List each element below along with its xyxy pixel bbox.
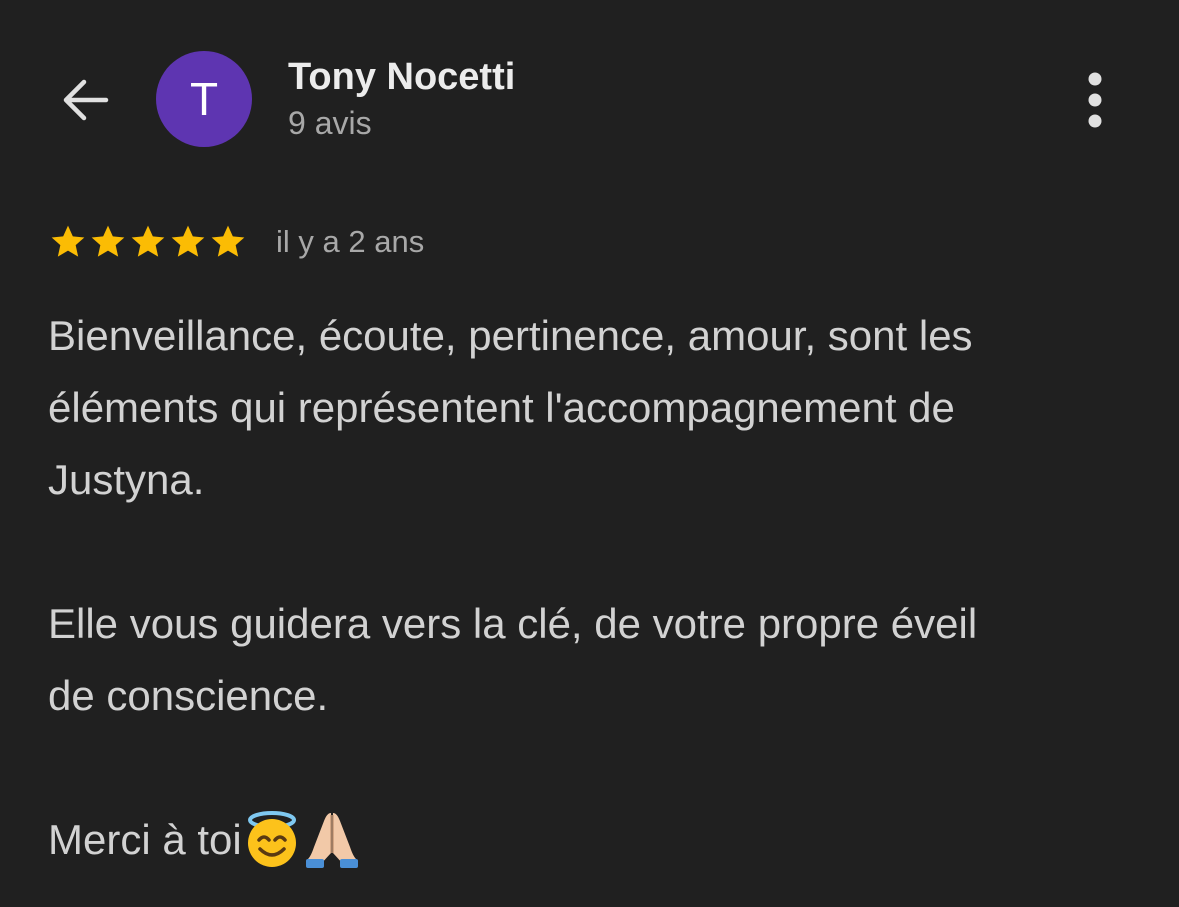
avatar[interactable]: T [156,51,252,147]
more-options-button[interactable] [1074,70,1116,130]
star-icon [211,225,245,257]
review-count[interactable]: 9 avis [288,104,372,142]
folded-hands-emoji [302,809,362,869]
review-paragraph: Elle vous guidera vers la clé, de votre … [48,600,978,719]
review-paragraph-closing: Merci à toi [48,804,1148,876]
reviewer-name[interactable]: Tony Nocetti [288,55,515,99]
star-icon [91,225,125,257]
smiling-face-with-halo-emoji [242,809,302,869]
more-vertical-icon [1088,72,1102,128]
back-button[interactable] [56,72,112,128]
star-icon [51,225,85,257]
review-detail-screen: T Tony Nocetti 9 avis il y a 2 ans Bienv… [0,0,1179,907]
star-icon [131,225,165,257]
review-paragraph: Bienveillance, écoute, pertinence, amour… [48,312,973,503]
rating-row: il y a 2 ans [48,220,424,264]
avatar-initial: T [189,73,219,125]
star-icon [171,225,205,257]
arrow-back-icon [63,79,109,121]
review-closing-text: Merci à toi [48,816,242,863]
star-rating [48,222,248,262]
review-text: Bienveillance, écoute, pertinence, amour… [48,300,1148,876]
review-date: il y a 2 ans [276,224,425,259]
